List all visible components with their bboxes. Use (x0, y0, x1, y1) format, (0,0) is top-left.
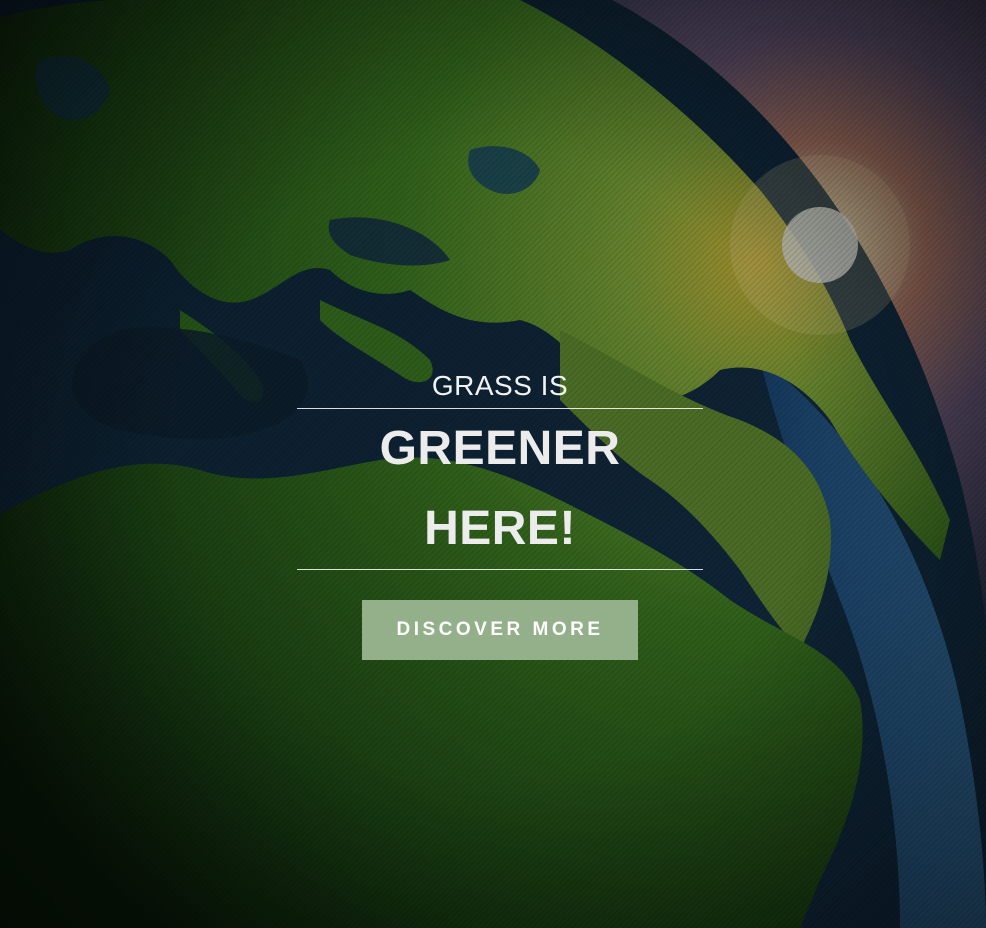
hero-kicker: GRASS IS (431, 370, 569, 401)
hero-content: GRASS IS GREENER HERE! DISCOVER MORE (297, 368, 703, 660)
discover-more-button[interactable]: DISCOVER MORE (362, 600, 638, 660)
hero-headline: GREENER HERE! (379, 422, 621, 555)
hero-banner: GRASS IS GREENER HERE! DISCOVER MORE (0, 0, 986, 928)
bottom-divider (297, 569, 703, 570)
